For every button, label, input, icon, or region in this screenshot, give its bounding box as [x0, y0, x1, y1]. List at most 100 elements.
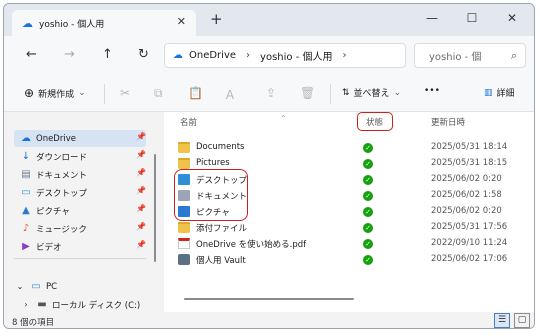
tab-title: yoshio - 個人用	[39, 19, 105, 30]
new-tab-button[interactable]: +	[210, 10, 223, 28]
sort-button[interactable]: ⇅ 並べ替え ⌄	[342, 86, 401, 100]
sidebar-item-music[interactable]: ♪ ミュージック 📌	[14, 220, 146, 237]
tiles-view-button[interactable]: ▢	[514, 313, 530, 328]
synced-check-icon: ✓	[363, 159, 373, 169]
sidebar-item-videos[interactable]: ▶ ビデオ 📌	[14, 238, 146, 255]
sidebar-item-pictures[interactable]: ▲ ピクチャ 📌	[14, 202, 146, 219]
sidebar-item-desktop[interactable]: ▭ デスクトップ 📌	[14, 184, 146, 201]
document-icon: ▤	[21, 169, 31, 180]
search-placeholder: yoshio - 個	[429, 52, 482, 63]
breadcrumb-separator-icon[interactable]: ›	[342, 50, 346, 61]
search-input[interactable]: yoshio - 個 ⌕	[414, 43, 526, 68]
file-date: 2025/06/02 17:06	[431, 254, 508, 264]
onedrive-cloud-icon: ☁	[22, 16, 33, 30]
sidebar-item-onedrive[interactable]: ☁ OneDrive 📌	[14, 130, 146, 147]
file-row[interactable]: OneDrive を使い始める.pdf ✓ 2022/09/10 11:24	[170, 236, 510, 252]
maximize-button[interactable]: ☐	[452, 7, 492, 31]
picture-icon: ▲	[22, 205, 30, 216]
more-button[interactable]: •••	[424, 86, 440, 96]
sidebar-item-label: ビデオ	[36, 242, 62, 253]
paste-icon[interactable]: 📋	[188, 86, 203, 100]
synced-check-icon: ✓	[363, 143, 373, 153]
sidebar-item-label: ミュージック	[36, 224, 87, 235]
file-date: 2025/06/02 0:20	[431, 174, 502, 184]
refresh-button[interactable]: ↻	[138, 47, 149, 63]
pin-icon: 📌	[136, 132, 146, 141]
details-pane-icon: ▥	[484, 87, 493, 98]
sort-caret-icon: ⌃	[280, 114, 287, 123]
cloud-icon: ☁	[173, 50, 183, 61]
breadcrumb-separator-icon[interactable]: ›	[246, 50, 250, 61]
sidebar-item-label: ピクチャ	[36, 206, 70, 217]
file-date: 2025/06/02 0:20	[431, 206, 502, 216]
file-row[interactable]: 添付ファイル ✓ 2025/05/31 17:56	[170, 220, 510, 236]
chevron-right-icon[interactable]: ›	[20, 300, 32, 309]
synced-check-icon: ✓	[363, 175, 373, 185]
details-button[interactable]: ▥ 詳細	[484, 86, 515, 100]
sidebar-item-downloads[interactable]: ↓ ダウンロード 📌	[14, 148, 146, 165]
file-row[interactable]: 個人用 Vault ✓ 2025/06/02 17:06	[170, 252, 510, 268]
chevron-down-icon[interactable]: ⌄	[14, 282, 26, 291]
pc-icon: ▭	[31, 281, 41, 292]
desktop-icon: ▭	[21, 187, 31, 198]
synced-check-icon: ✓	[363, 223, 373, 233]
sort-icon: ⇅	[342, 87, 350, 98]
sidebar-item-label: デスクトップ	[36, 188, 88, 199]
file-row[interactable]: Documents ✓ 2025/05/31 18:14	[170, 140, 510, 156]
sidebar-divider	[14, 258, 146, 259]
details-view-button[interactable]: ☰	[494, 313, 510, 328]
tab-close-icon[interactable]: ✕	[177, 15, 186, 28]
share-icon[interactable]: ⇪	[266, 86, 276, 100]
breadcrumb-yoshio[interactable]: yoshio - 個人用	[260, 48, 332, 63]
details-label: 詳細	[496, 89, 515, 99]
tab-yoshio[interactable]: ☁ yoshio - 個人用 ✕	[12, 10, 196, 36]
sidebar-item-pc[interactable]: ⌄ ▭ PC	[8, 278, 140, 295]
breadcrumb-onedrive[interactable]: OneDrive	[189, 50, 236, 61]
pin-icon: 📌	[136, 186, 146, 195]
chevron-down-icon: ⌄	[78, 88, 86, 98]
folder-icon	[178, 222, 190, 233]
sidebar-item-label: ローカル ディスク (C:)	[52, 300, 141, 311]
sidebar-item-label: ドキュメント	[36, 170, 88, 181]
synced-check-icon: ✓	[363, 255, 373, 265]
minimize-button[interactable]: —	[412, 7, 452, 31]
file-date: 2022/09/10 11:24	[431, 238, 508, 248]
file-name: Documents	[196, 142, 245, 152]
pin-icon: 📌	[136, 240, 146, 249]
sidebar-item-local-disk[interactable]: › ▬ ローカル ディスク (C:)	[14, 296, 146, 313]
back-button[interactable]: ←	[26, 47, 37, 63]
up-button[interactable]: ↑	[102, 47, 113, 63]
folder-icon	[178, 142, 190, 153]
pin-icon: 📌	[136, 150, 146, 159]
sidebar-item-documents[interactable]: ▤ ドキュメント 📌	[14, 166, 146, 183]
copy-icon[interactable]: ⧉	[154, 86, 163, 101]
close-button[interactable]: ✕	[492, 7, 532, 31]
file-date: 2025/05/31 18:15	[431, 158, 508, 168]
tab-bar: ☁ yoshio - 個人用 ✕ + — ☐ ✕	[4, 4, 534, 36]
status-bar: 8 個の項目 ☰ ▢	[4, 312, 534, 328]
forward-button[interactable]: →	[64, 47, 75, 63]
column-header-name-label: 名前	[180, 118, 198, 128]
column-header-date[interactable]: 更新日時	[431, 116, 465, 128]
file-date: 2025/06/02 1:58	[431, 190, 502, 200]
delete-icon[interactable]: 🗑	[300, 86, 315, 100]
address-field[interactable]: ☁ OneDrive › yoshio - 個人用 ›	[164, 43, 406, 68]
rename-icon[interactable]: Ａ	[224, 86, 236, 103]
folder-icon	[178, 158, 190, 169]
pin-icon: 📌	[136, 168, 146, 177]
pdf-file-icon	[178, 238, 190, 249]
toolbar-divider	[104, 84, 105, 104]
music-icon: ♪	[22, 223, 30, 234]
video-icon: ▶	[22, 241, 30, 252]
sidebar-scrollbar[interactable]	[154, 154, 156, 262]
explorer-window: ☁ yoshio - 個人用 ✕ + — ☐ ✕ ← → ↑ ↻ ☁ OneDr…	[3, 3, 535, 329]
new-button[interactable]: ⊕ 新規作成 ⌄	[24, 86, 86, 100]
column-header-name[interactable]: 名前 ⌃	[180, 114, 287, 128]
content-scrollbar[interactable]	[184, 298, 354, 300]
synced-check-icon: ✓	[363, 207, 373, 217]
sidebar-item-label: PC	[46, 281, 58, 292]
cut-icon[interactable]: ✂	[120, 86, 130, 100]
item-count: 8 個の項目	[12, 318, 55, 328]
download-icon: ↓	[21, 151, 31, 162]
file-date: 2025/05/31 17:56	[431, 222, 508, 232]
